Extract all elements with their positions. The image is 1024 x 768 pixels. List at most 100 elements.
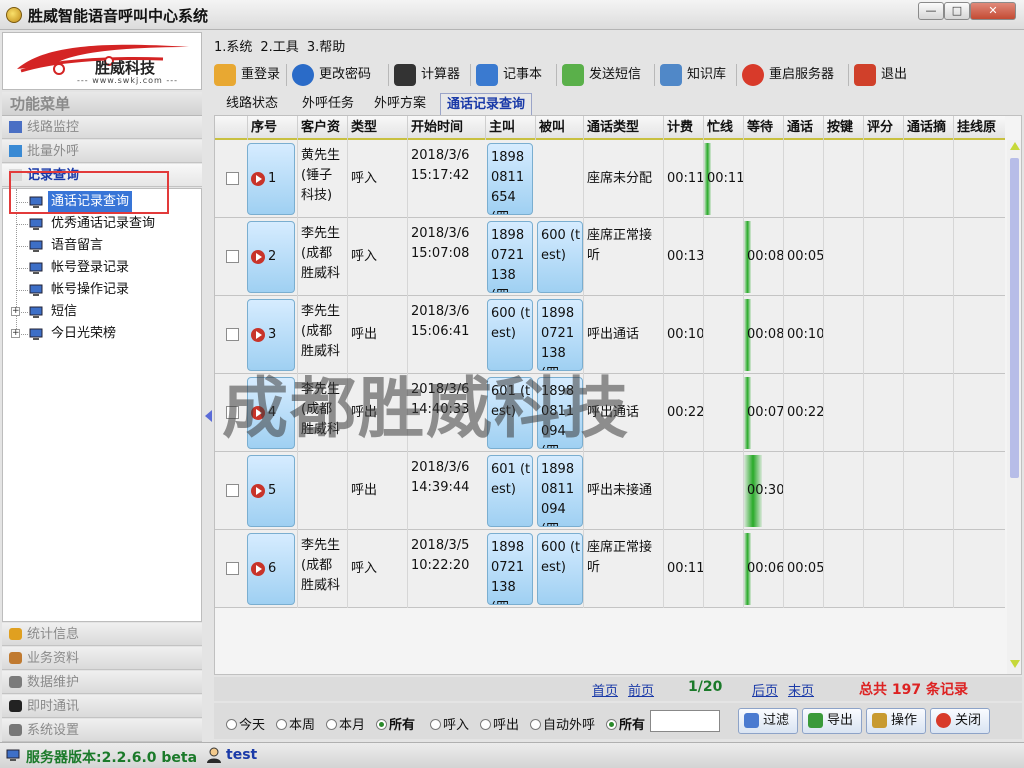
column-header[interactable]: 挂线原 bbox=[953, 116, 1005, 140]
sidebar-category-bottom-3[interactable]: 数据维护 bbox=[2, 671, 202, 694]
play-recording-button[interactable]: 1 bbox=[247, 143, 295, 215]
watermark-text: 成都胜威科技 bbox=[222, 369, 630, 447]
tree-item-3[interactable]: 语音留言 bbox=[3, 235, 201, 257]
period-radio-3[interactable]: 本月 bbox=[326, 714, 365, 733]
period-radio-4[interactable]: 所有 bbox=[376, 714, 415, 733]
menu-item-1[interactable]: 1.系统 bbox=[214, 40, 252, 55]
sidebar-category-1[interactable]: 线路监控 bbox=[2, 116, 202, 139]
table-row[interactable]: 6 李先生 (成都 胜威科 呼入 2018/3/5 10:22:20 189807211… bbox=[215, 530, 1005, 608]
menu-item-2[interactable]: 2.工具 bbox=[260, 40, 298, 55]
play-recording-button[interactable]: 5 bbox=[247, 455, 295, 527]
toolbar: 重登录 更改密码 计算器 记事本 发送短信 知识库 重启服务器 退出 bbox=[208, 58, 1024, 90]
sidebar-category-bottom-2[interactable]: 业务资料 bbox=[2, 647, 202, 670]
toolbar-separator bbox=[736, 64, 737, 86]
tab-1[interactable]: 线路状态 bbox=[220, 93, 284, 115]
tree-item-4[interactable]: 帐号登录记录 bbox=[3, 257, 201, 279]
close-button[interactable]: 关闭 bbox=[930, 708, 990, 734]
menu-item-3[interactable]: 3.帮助 bbox=[307, 40, 345, 55]
cell-caller-button[interactable]: 18980721138 (四 bbox=[487, 221, 533, 293]
sidebar-category-bottom-1[interactable]: 统计信息 bbox=[2, 623, 202, 646]
computer-icon bbox=[29, 239, 43, 252]
table-row[interactable]: 2 李先生 (成都 胜威科 呼入 2018/3/6 15:07:08 189807211… bbox=[215, 218, 1005, 296]
cell-caller-button[interactable]: 18980811654 (四 bbox=[487, 143, 533, 215]
direction-radio-3[interactable]: 自动外呼 bbox=[530, 714, 595, 733]
window-title: 胜威智能语音呼叫中心系统 bbox=[28, 7, 209, 25]
grid-vertical-scrollbar[interactable] bbox=[1007, 140, 1021, 674]
play-recording-button[interactable]: 2 bbox=[247, 221, 295, 293]
export-button[interactable]: 导出 bbox=[802, 708, 862, 734]
direction-radio-2[interactable]: 呼出 bbox=[480, 714, 519, 733]
tree-item-5[interactable]: 帐号操作记录 bbox=[3, 279, 201, 301]
first-page-link[interactable]: 首页 bbox=[592, 680, 618, 699]
menu-tree: 通话记录查询 优秀通话记录查询 语音留言 帐号登录记录 帐号操作记录 + 短信 + 今日光荣榜 bbox=[2, 188, 202, 622]
scroll-down-icon[interactable] bbox=[1010, 660, 1020, 668]
column-header[interactable]: 等待 bbox=[743, 116, 783, 140]
row-select-checkbox[interactable] bbox=[226, 172, 239, 185]
row-select-checkbox[interactable] bbox=[226, 484, 239, 497]
period-radio-1[interactable]: 今天 bbox=[226, 714, 265, 733]
table-row[interactable]: 1 黄先生 (锤子 科技) 呼入 2018/3/6 15:17:42 189808116… bbox=[215, 140, 1005, 218]
cell-empty bbox=[863, 374, 903, 452]
expand-toggle-icon[interactable]: + bbox=[11, 307, 20, 316]
sidebar-category-label: 即时通讯 bbox=[27, 699, 80, 714]
table-row[interactable]: 5 呼出 2018/3/6 14:39:44 601 (test) 1898081109… bbox=[215, 452, 1005, 530]
tree-item-2[interactable]: 优秀通话记录查询 bbox=[3, 213, 201, 235]
sidebar-category-bottom-5[interactable]: 系统设置 bbox=[2, 719, 202, 742]
expand-toggle-icon[interactable]: + bbox=[11, 329, 20, 338]
next-page-link[interactable]: 后页 bbox=[752, 680, 778, 699]
scroll-up-icon[interactable] bbox=[1010, 142, 1020, 150]
close-window-button[interactable]: ✕ bbox=[970, 2, 1016, 20]
scroll-thumb[interactable] bbox=[1010, 158, 1019, 478]
sidebar-category-label: 统计信息 bbox=[27, 627, 80, 642]
tab-3[interactable]: 外呼方案 bbox=[368, 93, 432, 115]
tree-item-7[interactable]: + 今日光荣榜 bbox=[3, 323, 201, 345]
cell-caller-button[interactable]: 18980721138 (四 bbox=[487, 533, 533, 605]
knowledge-icon bbox=[660, 64, 682, 86]
column-header[interactable]: 主叫 bbox=[485, 116, 535, 140]
column-header[interactable]: 通话 bbox=[783, 116, 823, 140]
filter-button[interactable]: 过滤 bbox=[738, 708, 798, 734]
column-header[interactable]: 计费 bbox=[663, 116, 703, 140]
direction-radio-4[interactable]: 所有 bbox=[606, 714, 645, 733]
column-header[interactable]: 通话类型 bbox=[583, 116, 663, 140]
column-header[interactable]: 序号 bbox=[247, 116, 297, 140]
direction-radio-1[interactable]: 呼入 bbox=[430, 714, 469, 733]
search-input[interactable] bbox=[650, 710, 720, 732]
cell-empty bbox=[903, 296, 953, 374]
column-header[interactable]: 类型 bbox=[347, 116, 407, 140]
maximize-button[interactable]: □ bbox=[944, 2, 970, 20]
tree-item-6[interactable]: + 短信 bbox=[3, 301, 201, 323]
period-radio-2[interactable]: 本周 bbox=[276, 714, 315, 733]
collapse-sidebar-arrow-icon[interactable] bbox=[205, 410, 212, 422]
play-recording-button[interactable]: 6 bbox=[247, 533, 295, 605]
tab-2[interactable]: 外呼任务 bbox=[296, 93, 360, 115]
toolbar-separator bbox=[556, 64, 557, 86]
cell-callee-button[interactable]: 600 (test) bbox=[537, 533, 583, 605]
last-page-link[interactable]: 末页 bbox=[788, 680, 814, 699]
chat-icon bbox=[9, 700, 22, 712]
column-header[interactable]: 评分 bbox=[863, 116, 903, 140]
sidebar-category-2[interactable]: 批量外呼 bbox=[2, 140, 202, 163]
column-header[interactable]: 开始时间 bbox=[407, 116, 485, 140]
row-select-checkbox[interactable] bbox=[226, 250, 239, 263]
cell-type: 呼入 bbox=[347, 218, 407, 296]
sidebar-category-bottom-4[interactable]: 即时通讯 bbox=[2, 695, 202, 718]
tab-4[interactable]: 通话记录查询 bbox=[440, 93, 533, 115]
row-select-checkbox[interactable] bbox=[226, 328, 239, 341]
cell-caller-button[interactable]: 601 (test) bbox=[487, 455, 533, 527]
minimize-button[interactable]: — bbox=[918, 2, 944, 20]
prev-page-link[interactable]: 前页 bbox=[628, 680, 654, 699]
cell-callee-button[interactable]: 600 (test) bbox=[537, 221, 583, 293]
column-header[interactable]: 按键 bbox=[823, 116, 863, 140]
column-header[interactable]: 被叫 bbox=[535, 116, 583, 140]
sidebar-category-label: 线路监控 bbox=[27, 120, 80, 135]
cell-empty bbox=[823, 374, 863, 452]
column-header[interactable]: 忙线 bbox=[703, 116, 743, 140]
operate-button[interactable]: 操作 bbox=[866, 708, 926, 734]
column-header[interactable]: 客户资 bbox=[297, 116, 347, 140]
tree-item-label: 帐号登录记录 bbox=[51, 260, 130, 275]
radio-dot bbox=[430, 719, 441, 730]
row-select-checkbox[interactable] bbox=[226, 562, 239, 575]
cell-callee-button[interactable]: 18980811094 (四 bbox=[537, 455, 583, 527]
column-header[interactable]: 通话摘 bbox=[903, 116, 953, 140]
